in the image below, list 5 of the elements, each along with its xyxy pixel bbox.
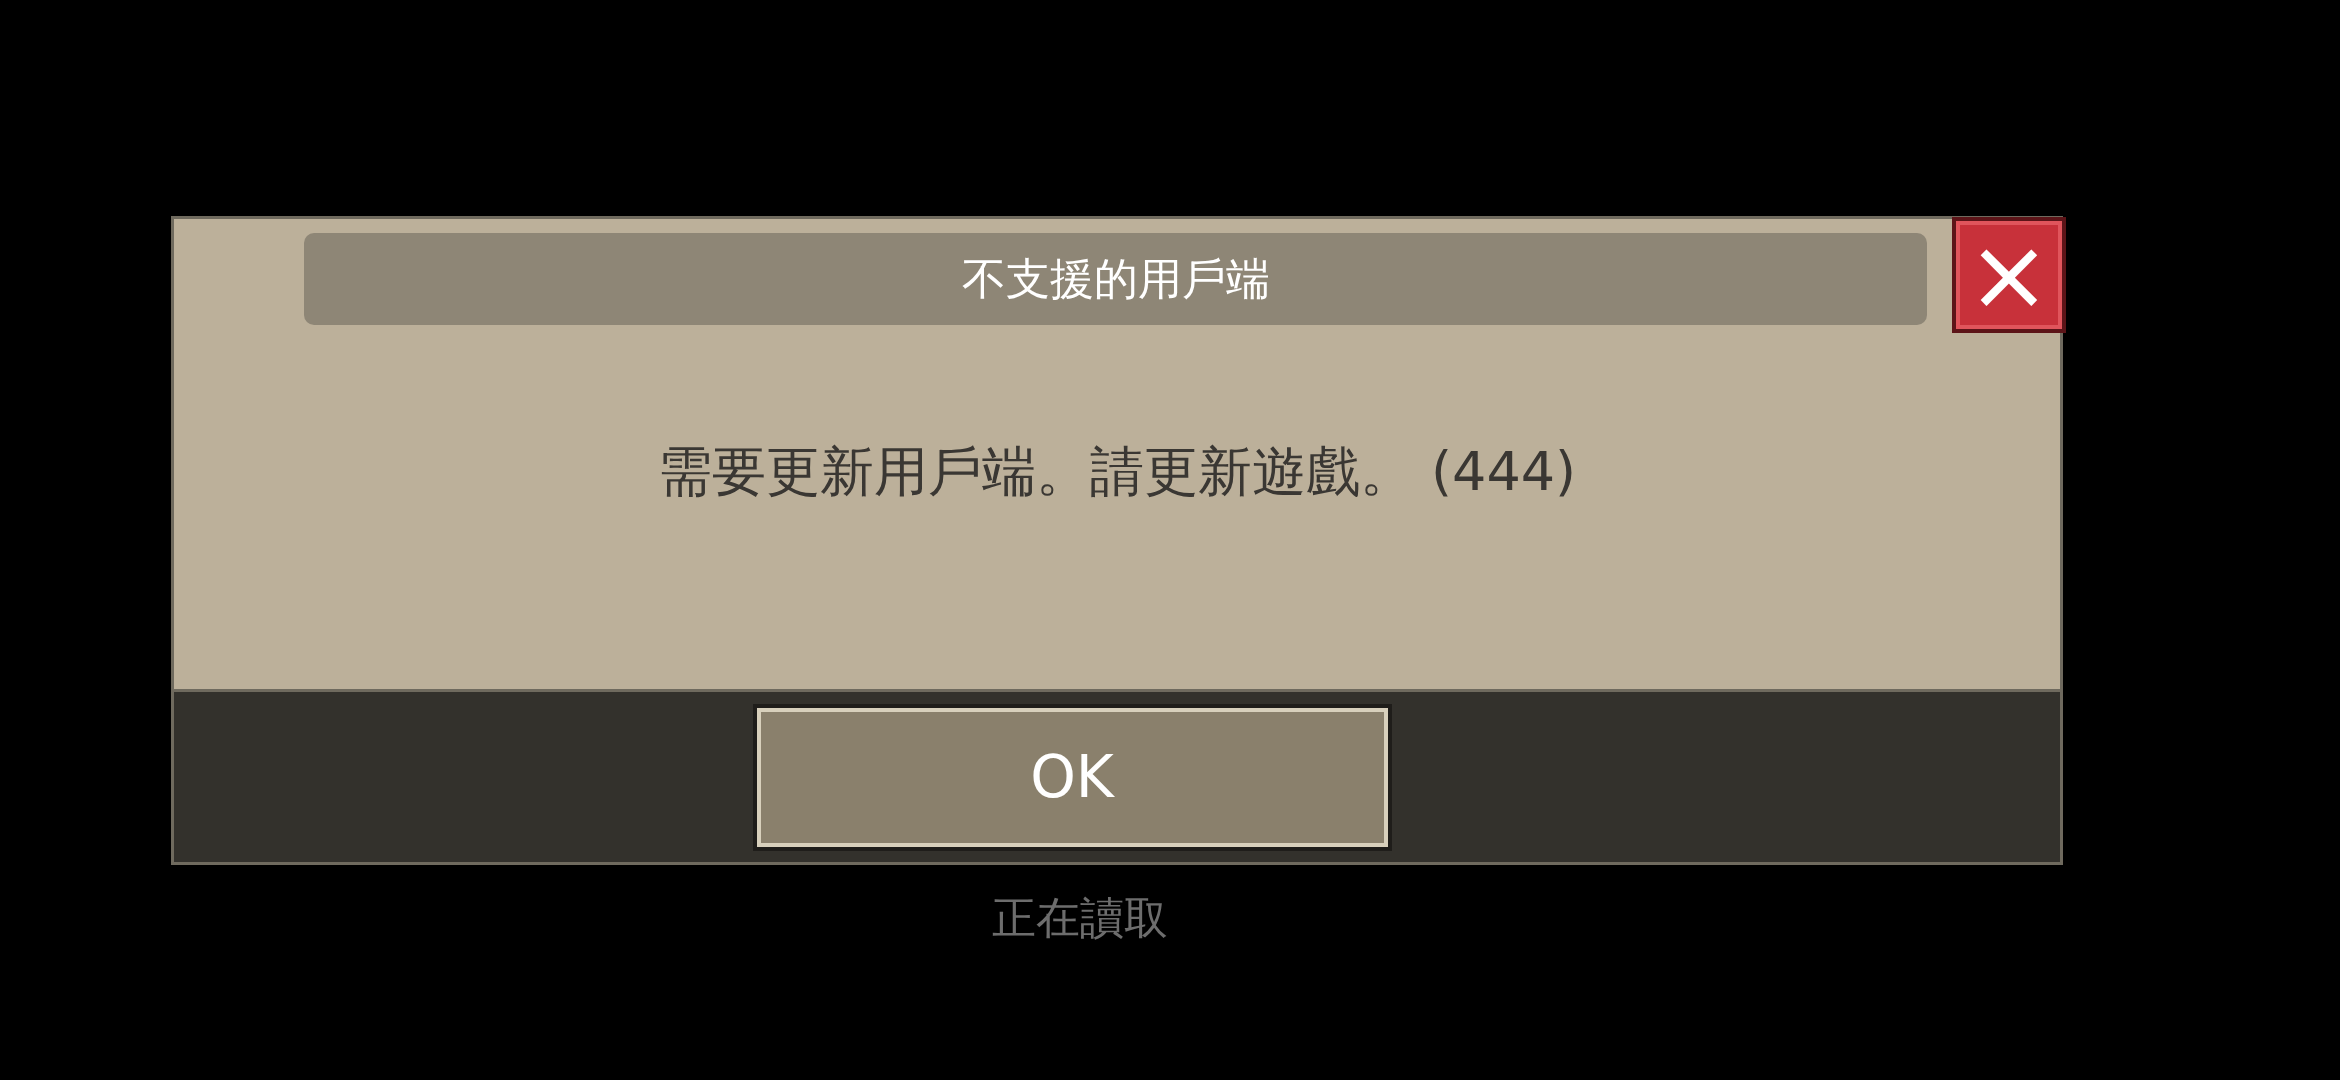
loading-status: 正在讀取 (992, 891, 1168, 945)
ok-button[interactable]: OK (752, 703, 1392, 851)
dialog-title: 不支援的用戶端 (304, 233, 1927, 325)
close-button[interactable]: × (1952, 217, 2066, 333)
dialog-message: 需要更新用戶端。請更新遊戲。 (444) (657, 438, 1577, 505)
